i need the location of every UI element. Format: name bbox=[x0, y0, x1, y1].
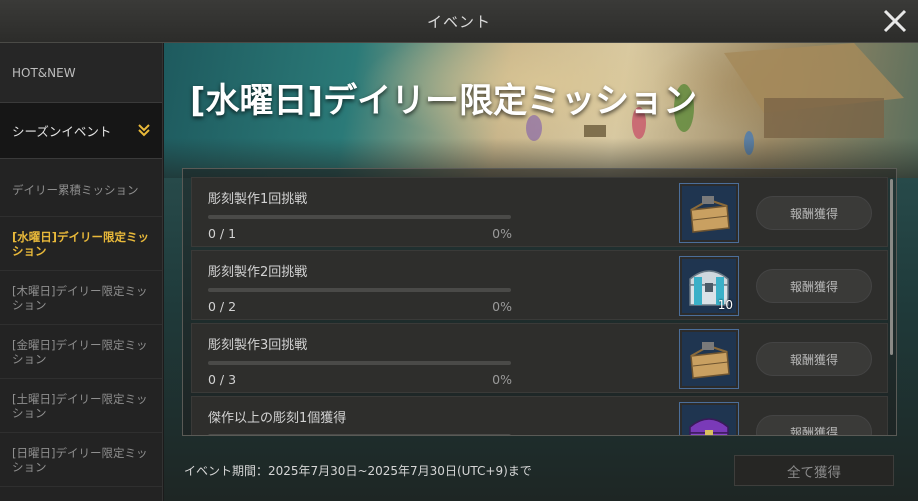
sidebar-item-label: シーズンイベント bbox=[12, 124, 112, 139]
sidebar-item-friday[interactable]: [金曜日]デイリー限定ミッション bbox=[0, 325, 162, 379]
progress-percent: 0% bbox=[492, 226, 512, 241]
claim-reward-button[interactable]: 報酬獲得 bbox=[756, 269, 872, 303]
sidebar-item-label: HOT&NEW bbox=[12, 65, 76, 80]
scrollbar[interactable] bbox=[890, 179, 893, 355]
sidebar-item-label: [木曜日]デイリー限定ミッション bbox=[12, 283, 148, 312]
window-title: イベント bbox=[426, 12, 491, 31]
claim-all-button[interactable]: 全て獲得 bbox=[734, 455, 894, 486]
progress-bar bbox=[208, 361, 511, 365]
mission-name: 傑作以上の彫刻1個獲得 bbox=[208, 411, 347, 426]
mission-row: 彫刻製作3回挑戦 0 / 3 0% 報酬獲得 bbox=[191, 323, 888, 393]
sidebar-item-label: [水曜日]デイリー限定ミッション bbox=[12, 229, 150, 258]
progress-percent: 0% bbox=[492, 299, 512, 314]
progress-count: 0 / 3 bbox=[208, 372, 237, 387]
sidebar-item-label: [土曜日]デイリー限定ミッション bbox=[12, 391, 148, 420]
sidebar-list: デイリー累積ミッション [水曜日]デイリー限定ミッション [木曜日]デイリー限定… bbox=[0, 159, 162, 487]
event-title: [水曜日]デイリー限定ミッション bbox=[190, 81, 698, 121]
reward-slot[interactable]: 10 bbox=[679, 256, 739, 316]
sidebar-item-saturday[interactable]: [土曜日]デイリー限定ミッション bbox=[0, 379, 162, 433]
mission-row: 彫刻製作1回挑戦 0 / 1 0% 報酬獲得 bbox=[191, 177, 888, 247]
wooden-toolbox-icon bbox=[690, 342, 730, 379]
chevron-down-icon bbox=[138, 124, 150, 137]
progress-percent: 0% bbox=[492, 372, 512, 387]
sidebar-item-wednesday[interactable]: [水曜日]デイリー限定ミッション bbox=[0, 217, 162, 271]
sidebar-item-season-event[interactable]: シーズンイベント bbox=[0, 103, 162, 159]
reward-slot[interactable] bbox=[679, 183, 739, 243]
wooden-toolbox-icon bbox=[690, 196, 730, 233]
sidebar-item-hot-new[interactable]: HOT&NEW bbox=[0, 43, 162, 103]
claim-reward-button[interactable]: 報酬獲得 bbox=[756, 342, 872, 376]
reward-quantity: 10 bbox=[717, 298, 733, 312]
reward-slot[interactable] bbox=[679, 329, 739, 389]
reward-slot[interactable] bbox=[679, 402, 739, 435]
progress-bar bbox=[208, 288, 511, 292]
sidebar-item-label: [金曜日]デイリー限定ミッション bbox=[12, 337, 148, 366]
progress-bar bbox=[208, 215, 511, 219]
sidebar-item-sunday[interactable]: [日曜日]デイリー限定ミッション bbox=[0, 433, 162, 487]
purple-chest-icon bbox=[689, 418, 729, 435]
sidebar: HOT&NEW シーズンイベント デイリー累積ミッション [水曜日]デイリー限定… bbox=[0, 43, 163, 501]
progress-bar bbox=[208, 434, 511, 435]
mission-list: 彫刻製作1回挑戦 0 / 1 0% 報酬獲得 彫刻製作2回挑戦 0 / 2 0% bbox=[182, 168, 897, 436]
mission-name: 彫刻製作3回挑戦 bbox=[208, 338, 308, 353]
mission-row: 傑作以上の彫刻1個獲得 報酬獲得 bbox=[191, 396, 888, 435]
sidebar-item-label: [日曜日]デイリー限定ミッション bbox=[12, 445, 148, 474]
claim-reward-button[interactable]: 報酬獲得 bbox=[756, 196, 872, 230]
close-button[interactable] bbox=[880, 6, 910, 36]
sidebar-item-thursday[interactable]: [木曜日]デイリー限定ミッション bbox=[0, 271, 162, 325]
sidebar-item-daily-cumulative[interactable]: デイリー累積ミッション bbox=[0, 163, 162, 217]
progress-count: 0 / 1 bbox=[208, 226, 237, 241]
mission-row: 彫刻製作2回挑戦 0 / 2 0% 10 報酬獲得 bbox=[191, 250, 888, 320]
close-icon bbox=[883, 9, 907, 33]
event-period: イベント期間：2025年7月30日~2025年7月30日(UTC+9)まで bbox=[184, 464, 532, 478]
mission-name: 彫刻製作1回挑戦 bbox=[208, 192, 308, 207]
title-bar: イベント bbox=[0, 0, 918, 43]
progress-count: 0 / 2 bbox=[208, 299, 237, 314]
sidebar-item-label: デイリー累積ミッション bbox=[12, 182, 139, 197]
claim-reward-button[interactable]: 報酬獲得 bbox=[756, 415, 872, 435]
mission-name: 彫刻製作2回挑戦 bbox=[208, 265, 308, 280]
event-banner: [水曜日]デイリー限定ミッション bbox=[164, 43, 918, 178]
